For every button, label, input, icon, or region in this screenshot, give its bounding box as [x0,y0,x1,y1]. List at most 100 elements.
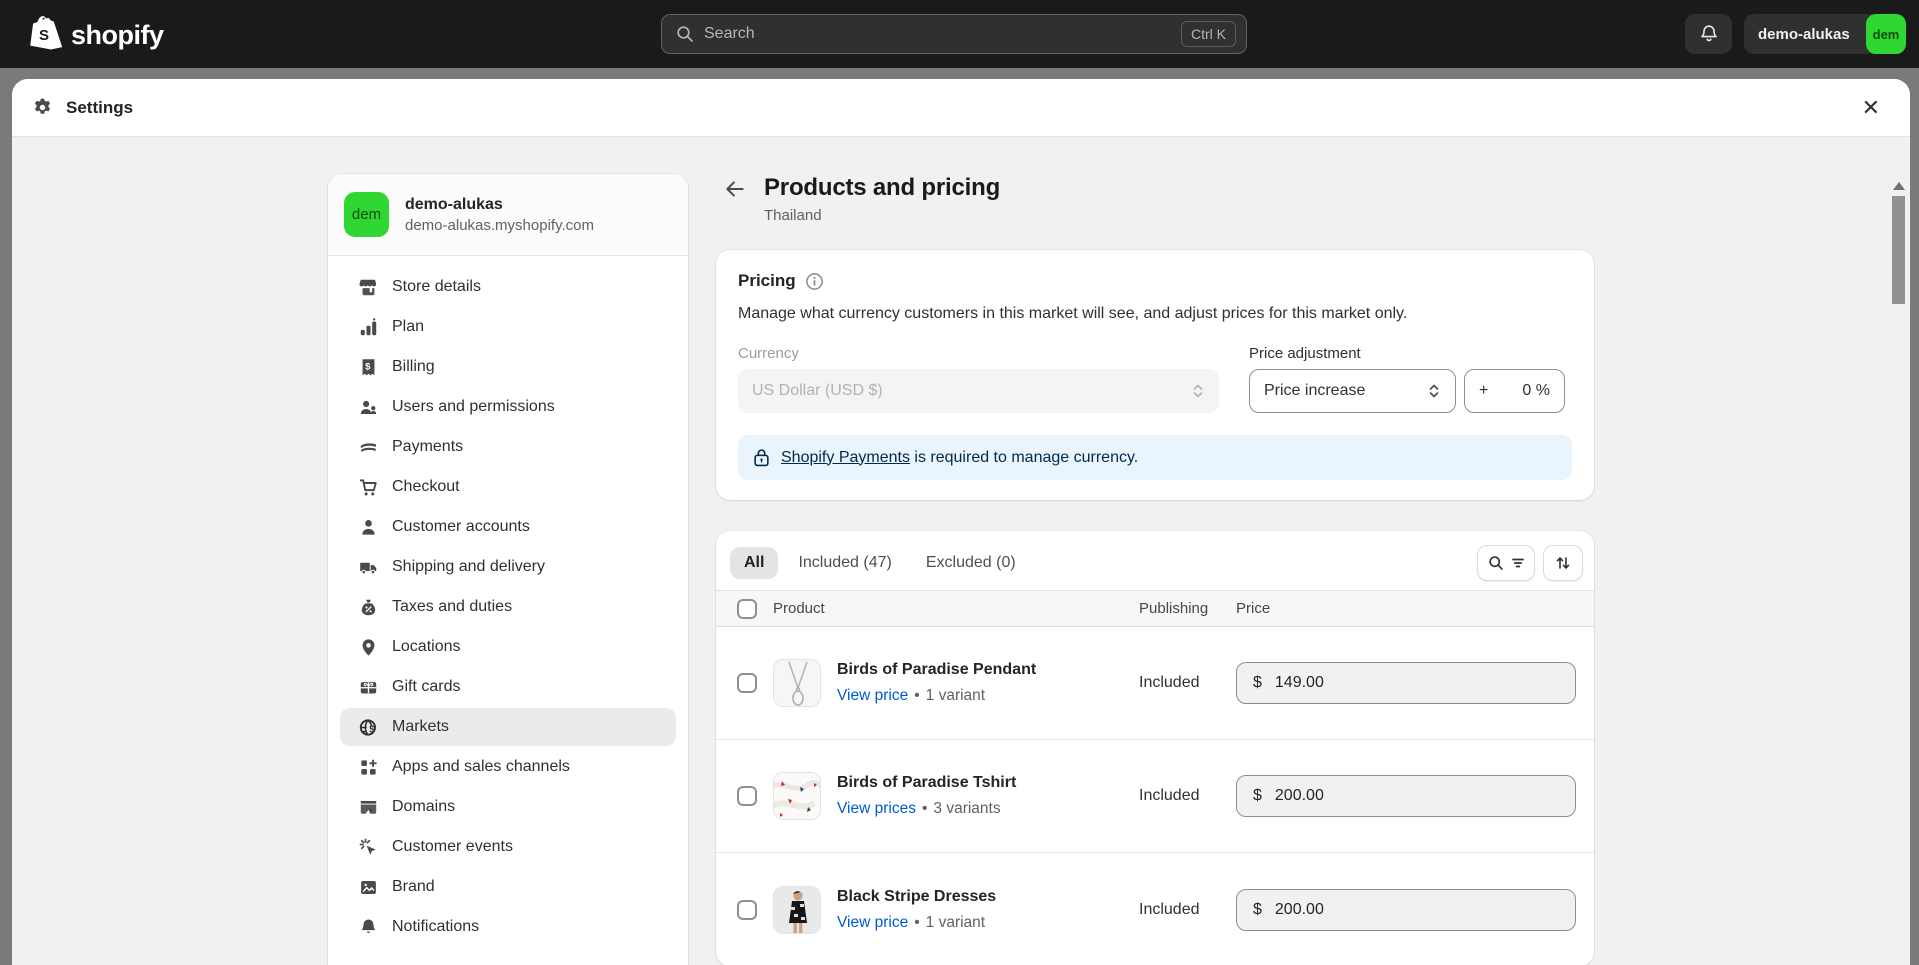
back-arrow-icon [724,178,746,200]
shopify-payments-link[interactable]: Shopify Payments [781,449,910,466]
users-icon [358,397,378,417]
page-header: Products and pricing Thailand [716,174,1594,224]
store-avatar: dem [344,192,389,237]
sidebar-item-domains[interactable]: Domains [340,788,676,826]
info-icon[interactable] [805,272,824,291]
select-all-checkbox[interactable] [737,599,757,619]
view-price-link[interactable]: View price [837,687,908,705]
product-image-dress [773,886,821,934]
search-input[interactable]: Search Ctrl K [661,14,1247,54]
svg-text:$: $ [369,724,375,735]
product-name: Birds of Paradise Tshirt [837,774,1016,792]
publishing-status: Included [1139,674,1236,692]
price-value: 200.00 [1275,787,1324,805]
row-checkbox[interactable] [737,900,757,920]
back-button[interactable] [724,178,746,200]
settings-modal-body: dem demo-alukas demo-alukas.myshopify.co… [12,174,1910,965]
settings-modal-header: Settings ✕ [12,79,1910,137]
sidebar-item-label: Shipping and delivery [392,558,545,576]
sidebar-item-markets[interactable]: $ Markets [340,708,676,746]
store-header: dem demo-alukas demo-alukas.myshopify.co… [328,174,688,256]
sidebar-item-payments[interactable]: Payments [340,428,676,466]
shopify-logo[interactable]: S shopify [30,16,164,54]
top-bar: S shopify Search Ctrl K demo-alukas dem [0,0,1919,68]
settings-sidebar: dem demo-alukas demo-alukas.myshopify.co… [328,174,688,965]
page-title: Products and pricing [764,174,1000,202]
bell-icon [1699,24,1719,44]
price-adjustment-select[interactable]: Price increase [1249,369,1456,413]
image-icon [358,877,378,897]
adjustment-amount: 0 [1522,382,1531,399]
settings-modal: Settings ✕ dem demo-alukas demo-alukas.m… [12,79,1910,965]
sidebar-item-gift-cards[interactable]: Gift cards [340,668,676,706]
sidebar-item-label: Taxes and duties [392,598,512,616]
currency-select: US Dollar (USD $) [738,369,1219,413]
adjustment-unit: % [1536,382,1550,399]
bell-icon [358,917,378,937]
cursor-click-icon [358,837,378,857]
svg-text:$: $ [365,361,371,372]
price-input[interactable]: $ 200.00 [1236,775,1576,817]
sidebar-item-label: Domains [392,798,455,816]
store-name: demo-alukas [405,196,594,214]
modal-scrollbar[interactable] [1891,178,1906,965]
search-filter-button[interactable] [1477,545,1535,581]
tab-all[interactable]: All [730,547,778,579]
sidebar-item-checkout[interactable]: Checkout [340,468,676,506]
account-menu-button[interactable]: demo-alukas dem [1744,14,1906,54]
sidebar-item-notifications[interactable]: Notifications [340,908,676,946]
view-prices-link[interactable]: View prices [837,800,916,818]
view-price-link[interactable]: View price [837,914,908,932]
sidebar-item-apps-sales-channels[interactable]: Apps and sales channels [340,748,676,786]
storefront-icon [358,277,378,297]
table-row: Birds of Paradise Pendant View price•1 v… [716,627,1594,740]
sidebar-item-users-permissions[interactable]: Users and permissions [340,388,676,426]
sidebar-item-billing[interactable]: $ Billing [340,348,676,386]
sidebar-item-label: Markets [392,718,449,736]
tab-included[interactable]: Included (47) [784,547,905,579]
cart-icon [358,477,378,497]
sidebar-item-shipping-delivery[interactable]: Shipping and delivery [340,548,676,586]
currency-label: Currency [738,345,1219,362]
settings-title: Settings [66,98,133,118]
table-row: Birds of Paradise Tshirt View prices•3 v… [716,740,1594,853]
search-icon [676,25,694,43]
sidebar-item-label: Checkout [392,478,460,496]
sidebar-item-customer-accounts[interactable]: Customer accounts [340,508,676,546]
tab-excluded[interactable]: Excluded (0) [912,547,1030,579]
price-input[interactable]: $ 200.00 [1236,889,1576,931]
product-image-tshirt [773,772,821,820]
chevron-updown-icon [1191,383,1205,399]
sidebar-item-taxes-duties[interactable]: Taxes and duties [340,588,676,626]
sidebar-item-plan[interactable]: Plan [340,308,676,346]
scrollbar-up-arrow[interactable] [1893,182,1905,190]
giftcard-icon [358,677,378,697]
products-card: All Included (47) Excluded (0) [716,531,1594,965]
settings-nav: Store details Plan $ Billing Users and p… [328,256,688,960]
close-icon[interactable]: ✕ [1862,97,1880,119]
search-placeholder: Search [704,25,1181,43]
price-adjustment-amount-input[interactable]: + 0 % [1464,369,1565,413]
sidebar-item-brand[interactable]: Brand [340,868,676,906]
row-checkbox[interactable] [737,673,757,693]
sidebar-item-locations[interactable]: Locations [340,628,676,666]
pricing-description: Manage what currency customers in this m… [738,305,1572,323]
sidebar-item-store-details[interactable]: Store details [340,268,676,306]
scrollbar-thumb[interactable] [1892,196,1905,304]
notifications-button[interactable] [1685,14,1732,54]
currency-symbol: $ [1253,674,1262,692]
column-publishing: Publishing [1139,600,1236,617]
sidebar-item-customer-events[interactable]: Customer events [340,828,676,866]
publishing-status: Included [1139,901,1236,919]
price-input[interactable]: $ 149.00 [1236,662,1576,704]
truck-icon [358,557,378,577]
column-product: Product [773,600,1139,617]
moneybag-icon [358,597,378,617]
currency-symbol: $ [1253,787,1262,805]
row-checkbox[interactable] [737,786,757,806]
variant-count: 1 variant [926,687,985,705]
sort-button[interactable] [1543,545,1583,581]
pricing-heading: Pricing [738,271,796,291]
apps-icon [358,757,378,777]
sidebar-item-label: Notifications [392,918,479,936]
